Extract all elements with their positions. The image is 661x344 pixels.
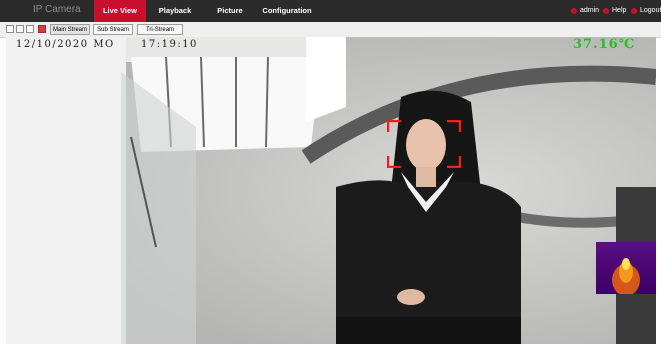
help-icon — [603, 8, 609, 14]
fullscreen-icon[interactable] — [26, 25, 34, 33]
nav-configuration[interactable]: Configuration — [259, 0, 315, 22]
nav-playback[interactable]: Playback — [148, 0, 202, 22]
top-bar: IP Camera Live View Playback Picture Con… — [0, 0, 661, 22]
osd-time: 17:19:10 — [141, 39, 198, 50]
user-icon — [571, 8, 577, 14]
stream-toolbar: Main Stream Sub Stream Tri-Stream — [0, 22, 661, 38]
temperature-readout: 37.16℃ — [573, 37, 636, 52]
app-brand: IP Camera — [33, 4, 81, 15]
osd-date: 12/10/2020 MO — [16, 39, 115, 50]
live-video-view[interactable]: 12/10/2020 MO 17:19:10 37.16℃ — [6, 37, 656, 344]
layout-4-icon[interactable] — [16, 25, 24, 33]
help-link[interactable]: Help — [612, 0, 626, 22]
main-stream-button[interactable]: Main Stream — [50, 24, 90, 35]
camera-scene — [6, 37, 656, 344]
thermal-preview-image — [596, 242, 656, 294]
sub-stream-button[interactable]: Sub Stream — [93, 24, 133, 35]
logout-icon — [631, 8, 637, 14]
face-detection-box — [387, 120, 461, 168]
logout-link[interactable]: Logout — [640, 0, 661, 22]
nav-live-view[interactable]: Live View — [94, 0, 146, 22]
nav-picture[interactable]: Picture — [205, 0, 255, 22]
layout-1-icon[interactable] — [6, 25, 14, 33]
user-name[interactable]: admin — [580, 0, 599, 22]
tri-stream-button[interactable]: Tri-Stream — [137, 24, 183, 35]
record-icon[interactable] — [38, 25, 46, 33]
